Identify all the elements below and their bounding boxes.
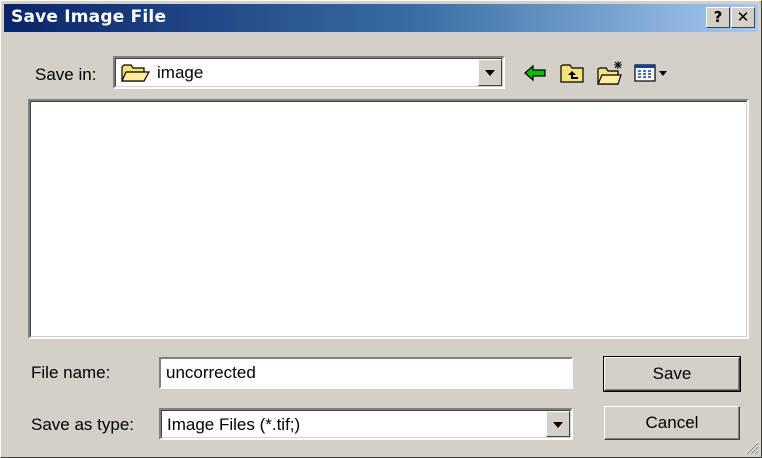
file-name-label: File name: [31, 363, 111, 382]
save-as-type-dropdown-arrow[interactable] [546, 411, 570, 437]
save-in-value: image [157, 63, 204, 82]
up-folder-icon[interactable] [558, 59, 586, 87]
resize-grip-icon[interactable] [743, 439, 759, 455]
folder-icon [121, 64, 151, 82]
close-button[interactable]: ✕ [731, 7, 755, 28]
back-arrow-icon[interactable] [521, 59, 549, 87]
save-in-label: Save in: [35, 65, 97, 84]
file-list[interactable] [28, 99, 749, 339]
save-as-type-label: Save as type: [31, 415, 135, 434]
save-image-dialog: Save Image File ? ✕ Save in: image File [0, 0, 762, 458]
new-folder-icon[interactable] [596, 59, 624, 87]
save-in-dropdown[interactable]: image [113, 56, 505, 89]
file-name-input[interactable] [159, 357, 573, 389]
close-icon: ✕ [736, 8, 750, 26]
save-button[interactable]: Save [603, 356, 741, 392]
help-button[interactable]: ? [706, 7, 730, 28]
view-menu-icon[interactable] [633, 59, 675, 87]
cancel-button[interactable]: Cancel [604, 406, 740, 440]
window-title: Save Image File [11, 7, 167, 27]
save-in-dropdown-arrow[interactable] [478, 59, 502, 86]
save-as-type-value: Image Files (*.tif;) [167, 415, 301, 434]
title-bar[interactable]: Save Image File ? ✕ [4, 4, 758, 32]
save-as-type-dropdown[interactable]: Image Files (*.tif;) [159, 408, 573, 440]
